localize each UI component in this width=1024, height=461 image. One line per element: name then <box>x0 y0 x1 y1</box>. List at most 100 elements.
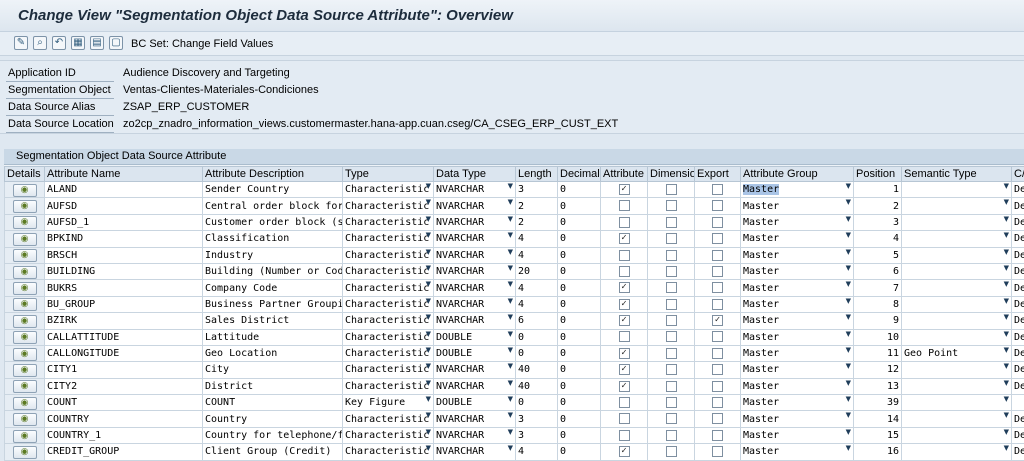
undo-icon[interactable]: ↶ <box>52 36 66 50</box>
attribute-group-dropdown[interactable]: Master ▼ <box>740 197 854 215</box>
table-row[interactable]: ◉ COUNT COUNT Key Figure ▼ DOUBLE ▼ 0 0 Master ▼ 39… <box>4 394 1024 412</box>
attribute-group-dropdown[interactable]: Master ▼ <box>740 262 854 281</box>
details-cell[interactable]: ◉ <box>4 377 45 396</box>
c-cell[interactable]: De <box>1011 361 1024 379</box>
details-cell[interactable]: ◉ <box>4 410 45 428</box>
column-header-c[interactable]: C/ <box>1011 166 1024 182</box>
column-header-dimension[interactable]: Dimension <box>647 166 695 182</box>
attribute-checkbox[interactable]: ✓ <box>618 282 630 294</box>
decimals-cell[interactable]: 0 <box>557 180 601 199</box>
type-dropdown[interactable]: Characteristic ▼ <box>342 279 434 297</box>
details-cell[interactable]: ◉ <box>4 344 45 363</box>
decimals-cell[interactable]: 0 <box>557 361 601 379</box>
details-button[interactable]: ◉ <box>12 232 37 246</box>
dimension-cell[interactable] <box>647 328 695 346</box>
column-header-type[interactable]: Type <box>342 166 434 182</box>
attribute-checkbox[interactable] <box>618 249 630 261</box>
attribute-checkbox[interactable] <box>618 397 630 409</box>
dropdown-arrow-icon[interactable]: ▼ <box>508 445 513 452</box>
details-button[interactable]: ◉ <box>12 396 37 410</box>
details-button[interactable]: ◉ <box>12 314 37 328</box>
attribute-description-cell[interactable]: Company Code <box>202 279 343 297</box>
dropdown-arrow-icon[interactable]: ▼ <box>1004 363 1009 370</box>
c-cell[interactable]: De <box>1011 443 1024 461</box>
semantic-type-dropdown[interactable]: ▼ <box>901 312 1012 330</box>
c-cell[interactable]: De <box>1011 279 1024 297</box>
semantic-type-dropdown[interactable]: ▼ <box>901 295 1012 314</box>
dimension-cell[interactable] <box>647 344 695 363</box>
export-cell[interactable] <box>694 394 741 412</box>
attribute-name-cell[interactable]: CITY2 <box>44 377 203 396</box>
length-cell[interactable]: 6 <box>515 312 558 330</box>
attribute-description-cell[interactable]: Industry <box>202 246 343 264</box>
dropdown-arrow-icon[interactable]: ▼ <box>846 264 851 271</box>
decimals-cell[interactable]: 0 <box>557 279 601 297</box>
dropdown-arrow-icon[interactable]: ▼ <box>846 363 851 370</box>
export-cell[interactable] <box>694 295 741 314</box>
dimension-checkbox[interactable] <box>665 233 677 245</box>
attribute-group-dropdown[interactable]: Master ▼ <box>740 230 854 248</box>
position-cell[interactable]: 7 <box>853 279 902 297</box>
details-button[interactable]: ◉ <box>12 380 37 394</box>
dimension-checkbox[interactable] <box>665 216 677 228</box>
attribute-cell[interactable]: ✓ <box>600 312 648 330</box>
semantic-type-dropdown[interactable]: ▼ <box>901 213 1012 232</box>
export-checkbox[interactable] <box>712 233 723 245</box>
attribute-group-dropdown[interactable]: Master ▼ <box>740 312 854 330</box>
table-row[interactable]: ◉ ALAND Sender Country Characteristic ▼ NVARC… <box>4 180 1024 199</box>
column-header-export[interactable]: Export <box>694 166 741 182</box>
length-cell[interactable]: 4 <box>515 279 558 297</box>
attribute-cell[interactable]: ✓ <box>600 295 648 314</box>
export-checkbox[interactable] <box>712 183 723 195</box>
type-dropdown[interactable]: Characteristic ▼ <box>342 377 434 396</box>
dropdown-arrow-icon[interactable]: ▼ <box>508 330 513 337</box>
dropdown-arrow-icon[interactable]: ▼ <box>1004 428 1009 435</box>
data-type-dropdown[interactable]: NVARCHAR ▼ <box>433 426 516 445</box>
length-cell[interactable]: 4 <box>515 443 558 461</box>
dimension-checkbox[interactable] <box>665 249 677 261</box>
dimension-checkbox[interactable] <box>665 397 677 409</box>
semantic-type-dropdown[interactable]: ▼ <box>901 377 1012 396</box>
column-header-semantic-type[interactable]: Semantic Type <box>901 166 1012 182</box>
details-button[interactable]: ◉ <box>12 331 37 345</box>
type-dropdown[interactable]: Characteristic ▼ <box>342 246 434 264</box>
attribute-name-cell[interactable]: CREDIT_GROUP <box>44 443 203 461</box>
details-cell[interactable]: ◉ <box>4 394 45 412</box>
dropdown-arrow-icon[interactable]: ▼ <box>426 379 431 386</box>
dropdown-arrow-icon[interactable]: ▼ <box>508 281 513 288</box>
deselect-all-icon[interactable]: ▢ <box>109 36 123 50</box>
c-cell[interactable]: De <box>1011 180 1024 199</box>
export-cell[interactable] <box>694 344 741 363</box>
dropdown-arrow-icon[interactable]: ▼ <box>426 281 431 288</box>
details-button[interactable]: ◉ <box>12 265 37 279</box>
export-checkbox[interactable] <box>712 413 723 425</box>
dropdown-arrow-icon[interactable]: ▼ <box>1004 396 1009 403</box>
attribute-group-dropdown[interactable]: Master ▼ <box>740 344 854 363</box>
semantic-type-dropdown[interactable]: ▼ <box>901 328 1012 346</box>
dimension-cell[interactable] <box>647 312 695 330</box>
dimension-checkbox[interactable] <box>665 380 677 392</box>
dropdown-arrow-icon[interactable]: ▼ <box>508 396 513 403</box>
table-row[interactable]: ◉ CALLONGITUDE Geo Location Characteristic ▼… <box>4 344 1024 363</box>
c-cell[interactable]: De <box>1011 230 1024 248</box>
decimals-cell[interactable]: 0 <box>557 394 601 412</box>
attribute-checkbox[interactable] <box>618 265 630 277</box>
dropdown-arrow-icon[interactable]: ▼ <box>508 248 513 255</box>
attribute-cell[interactable]: ✓ <box>600 180 648 199</box>
attribute-description-cell[interactable]: Country for telephone/fa… <box>202 426 343 445</box>
dropdown-arrow-icon[interactable]: ▼ <box>426 445 431 452</box>
export-cell[interactable] <box>694 443 741 461</box>
data-type-dropdown[interactable]: NVARCHAR ▼ <box>433 295 516 314</box>
decimals-cell[interactable]: 0 <box>557 262 601 281</box>
length-cell[interactable]: 20 <box>515 262 558 281</box>
type-dropdown[interactable]: Characteristic ▼ <box>342 426 434 445</box>
dropdown-arrow-icon[interactable]: ▼ <box>426 330 431 337</box>
c-cell[interactable]: De <box>1011 344 1024 363</box>
export-checkbox[interactable] <box>712 216 723 228</box>
table-row[interactable]: ◉ CREDIT_GROUP Client Group (Credit) Charac… <box>4 443 1024 461</box>
column-header-decimals[interactable]: Decimals <box>557 166 601 182</box>
attribute-description-cell[interactable]: COUNT <box>202 394 343 412</box>
dropdown-arrow-icon[interactable]: ▼ <box>1004 248 1009 255</box>
decimals-cell[interactable]: 0 <box>557 377 601 396</box>
c-cell[interactable]: De <box>1011 295 1024 314</box>
